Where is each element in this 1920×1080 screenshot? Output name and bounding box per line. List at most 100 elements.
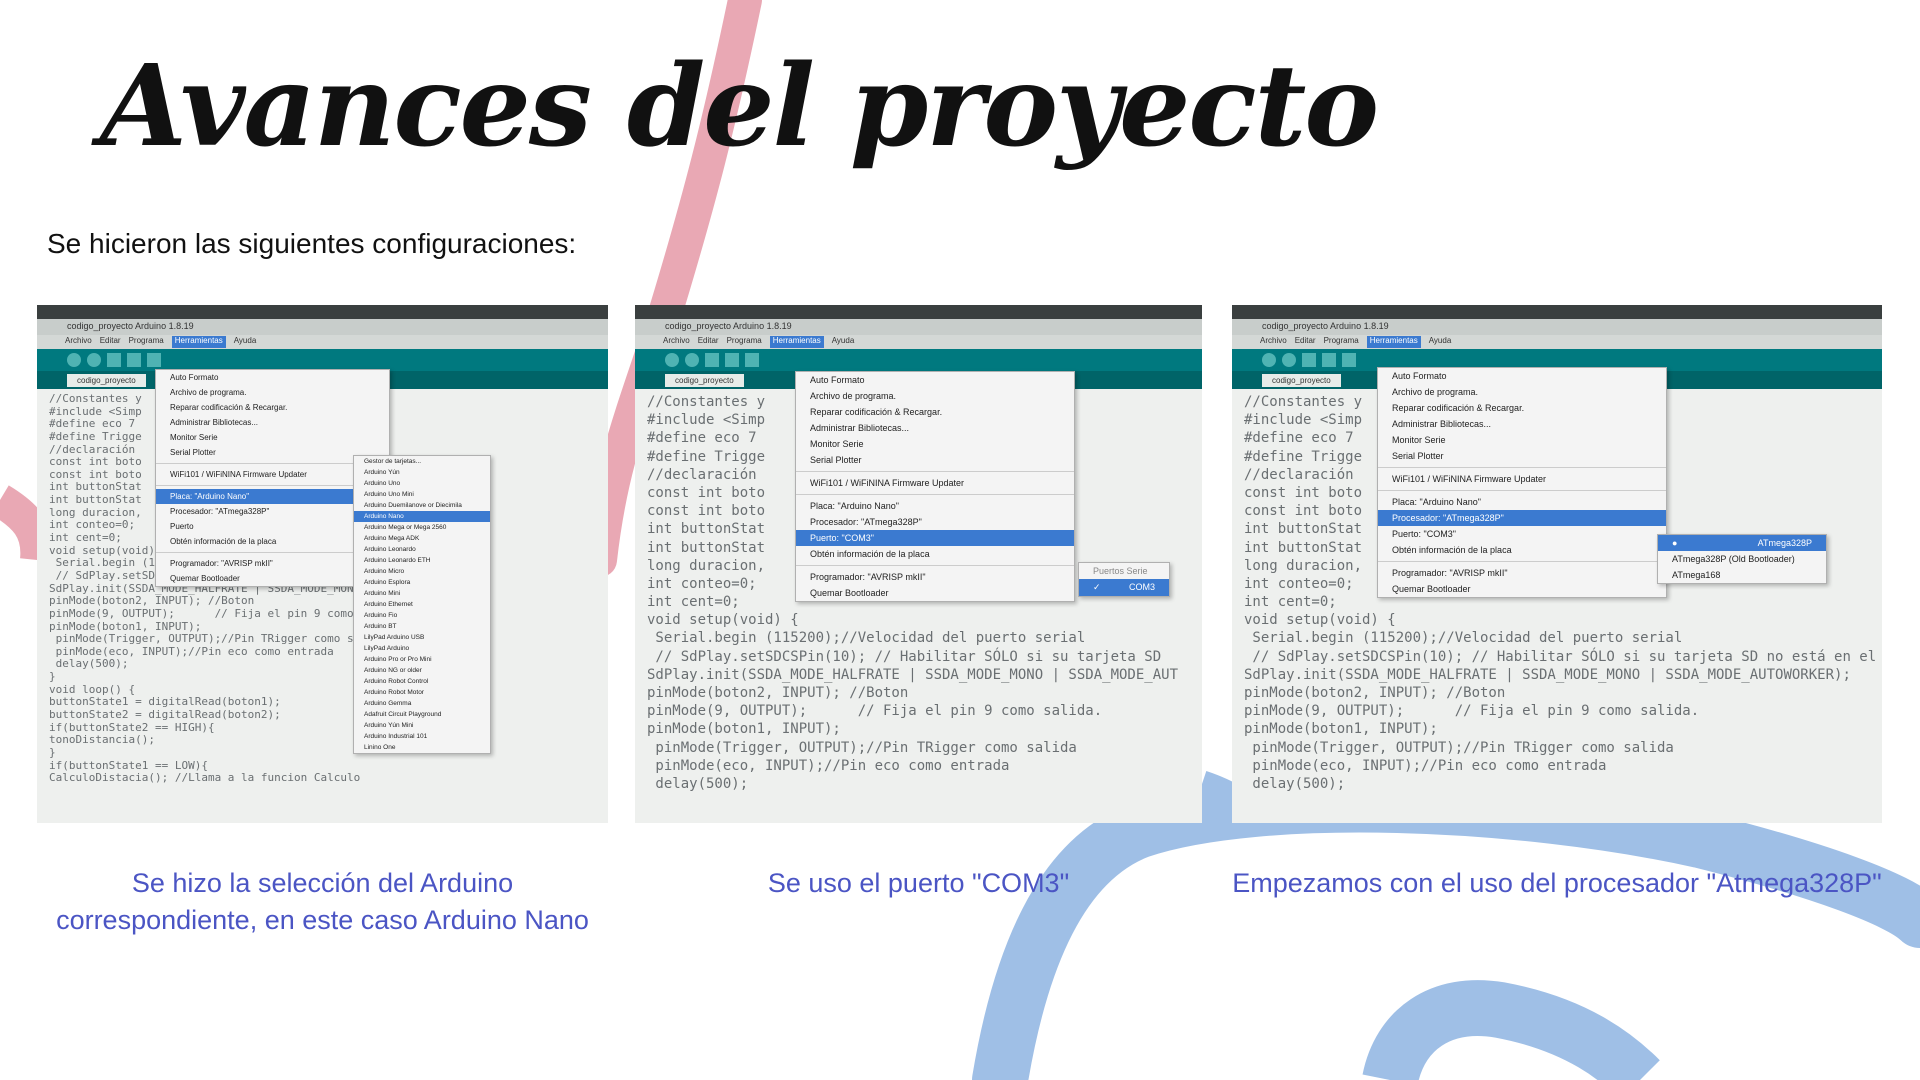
board-item: Arduino Robot Control xyxy=(364,678,429,685)
caption-port: Se uso el puerto "COM3" xyxy=(767,868,1070,898)
tools-item: Serial Plotter xyxy=(1392,451,1444,461)
board-item: Arduino Yún Mini xyxy=(364,722,414,729)
toolbar xyxy=(37,349,608,371)
upload-icon xyxy=(1282,353,1296,367)
board-item: Arduino Leonardo ETH xyxy=(364,557,431,564)
tools-item: Quemar Bootloader xyxy=(1392,584,1471,594)
tools-item: Obtén información de la placa xyxy=(1392,545,1512,555)
processor-item: ATmega168 xyxy=(1672,570,1721,580)
menu-bar: Archivo Editar Programa Herramientas Ayu… xyxy=(635,335,1202,349)
tools-item: Programador: "AVRISP mkII" xyxy=(810,572,926,582)
tools-item: Monitor Serie xyxy=(170,433,218,442)
processor-item-selected: ● ATmega328P xyxy=(1658,535,1826,551)
menu-divider xyxy=(796,494,1074,495)
tools-item: Serial Plotter xyxy=(810,455,862,465)
board-item: Arduino Micro xyxy=(364,568,405,575)
board-item: Arduino Fio xyxy=(364,612,398,619)
menu-herramientas: Herramientas xyxy=(769,336,824,348)
menu-programa: Programa xyxy=(726,336,762,345)
menu-ayuda: Ayuda xyxy=(233,336,257,345)
board-item: Arduino Gemma xyxy=(364,700,412,707)
radio-dot-icon: ● xyxy=(1672,538,1678,548)
save-icon xyxy=(147,353,161,367)
tools-item: Placa: "Arduino Nano" xyxy=(810,501,899,511)
tab-codigo-proyecto: codigo_proyecto xyxy=(1262,374,1341,387)
toolbar xyxy=(635,349,1202,371)
board-item: Arduino Ethernet xyxy=(364,601,413,608)
board-item: Arduino Robot Motor xyxy=(364,689,424,696)
board-item: Arduino Industrial 101 xyxy=(364,733,428,740)
tools-item: Auto Formato xyxy=(1392,371,1447,381)
page-title: Avances del proyecto xyxy=(100,41,1379,172)
menu-herramientas: Herramientas xyxy=(171,336,226,348)
open-icon xyxy=(725,353,739,367)
port-header: Puertos Serie xyxy=(1093,566,1148,576)
tools-item: Monitor Serie xyxy=(1392,435,1446,445)
tab-codigo-proyecto: codigo_proyecto xyxy=(665,374,744,387)
board-item-selected: Arduino Nano xyxy=(354,511,490,522)
tools-item-processor: Procesador: "ATmega328P" xyxy=(1378,510,1666,526)
blue-stroke-2 xyxy=(1362,980,1660,1080)
menu-divider xyxy=(1378,561,1666,562)
processor-item: ATmega328P (Old Bootloader) xyxy=(1672,554,1795,564)
caption-processor: Empezamos con el uso del procesador "Atm… xyxy=(1232,868,1882,898)
board-item: Arduino Uno Mini xyxy=(364,491,414,498)
tools-item: Puerto: "COM3" xyxy=(1392,529,1456,539)
new-icon xyxy=(1302,353,1316,367)
tools-item: WiFi101 / WiFiNINA Firmware Updater xyxy=(1392,474,1547,484)
tools-item: Administrar Bibliotecas... xyxy=(1392,419,1492,429)
board-item: Arduino Mega ADK xyxy=(364,535,420,542)
tools-item: Programador: "AVRISP mkII" xyxy=(1392,568,1508,578)
verify-icon xyxy=(67,353,81,367)
tools-item: Monitor Serie xyxy=(810,439,864,449)
tools-item: WiFi101 / WiFiNINA Firmware Updater xyxy=(810,478,965,488)
window-title: codigo_proyecto Arduino 1.8.19 xyxy=(635,319,1202,335)
board-item: Adafruit Circuit Playground xyxy=(364,711,442,718)
tools-item: Reparar codificación & Recargar. xyxy=(810,407,943,417)
tools-item: Procesador: "ATmega328P" xyxy=(810,517,922,527)
tools-item: Archivo de programa. xyxy=(810,391,897,401)
tools-menu: Auto Formato Archivo de programa. Repara… xyxy=(1377,367,1667,598)
tools-item: Archivo de programa. xyxy=(170,388,247,397)
board-item: Arduino Duemilanove or Diecimila xyxy=(364,502,462,509)
processor-label: ATmega328P xyxy=(1757,538,1812,548)
processor-submenu: ● ATmega328P ATmega328P (Old Bootloader) … xyxy=(1657,534,1827,584)
tools-item: Quemar Bootloader xyxy=(810,588,889,598)
menu-bar: Archivo Editar Programa Herramientas Ayu… xyxy=(1232,335,1882,349)
menu-archivo: Archivo xyxy=(65,336,92,345)
save-icon xyxy=(745,353,759,367)
menu-divider xyxy=(1378,490,1666,491)
menu-editar: Editar xyxy=(99,336,121,345)
board-item: Gestor de tarjetas... xyxy=(364,458,422,465)
blue-stroke xyxy=(972,776,1920,1080)
menu-editar: Editar xyxy=(697,336,719,345)
tools-item-port: Puerto: "COM3" xyxy=(796,530,1074,546)
tools-item: Reparar codificación & Recargar. xyxy=(170,403,288,412)
board-item: Arduino Mega or Mega 2560 xyxy=(364,524,447,531)
menu-bar: Archivo Editar Programa Herramientas Ayu… xyxy=(37,335,608,349)
verify-icon xyxy=(1262,353,1276,367)
tools-item: Placa: "Arduino Nano" xyxy=(1392,497,1481,507)
menu-herramientas: Herramientas xyxy=(1366,336,1421,348)
tab-codigo-proyecto: codigo_proyecto xyxy=(67,374,146,387)
window-title: codigo_proyecto Arduino 1.8.19 xyxy=(37,319,608,335)
window-title: codigo_proyecto Arduino 1.8.19 xyxy=(1232,319,1882,335)
page-subtitle: Se hicieron las siguientes configuracion… xyxy=(47,228,577,259)
tools-item: Administrar Bibliotecas... xyxy=(810,423,910,433)
board-item: Arduino NG or older xyxy=(364,667,422,674)
tools-item: Administrar Bibliotecas... xyxy=(170,418,259,427)
new-icon xyxy=(705,353,719,367)
menu-divider xyxy=(796,565,1074,566)
screenshot-processor-selection: codigo_proyecto Arduino 1.8.19 Archivo E… xyxy=(1232,305,1882,823)
upload-icon xyxy=(685,353,699,367)
board-item: Arduino Mini xyxy=(364,590,401,597)
upload-icon xyxy=(87,353,101,367)
menu-programa: Programa xyxy=(1323,336,1359,345)
open-icon xyxy=(1322,353,1336,367)
menu-programa: Programa xyxy=(128,336,164,345)
port-submenu: Puertos Serie ✓ COM3 xyxy=(1078,562,1170,597)
board-item: Arduino Pro or Pro Mini xyxy=(364,656,432,663)
tools-item: Reparar codificación & Recargar. xyxy=(1392,403,1525,413)
port-label: COM3 xyxy=(1128,582,1155,592)
tools-menu: Auto Formato Archivo de programa. Repara… xyxy=(795,371,1075,602)
